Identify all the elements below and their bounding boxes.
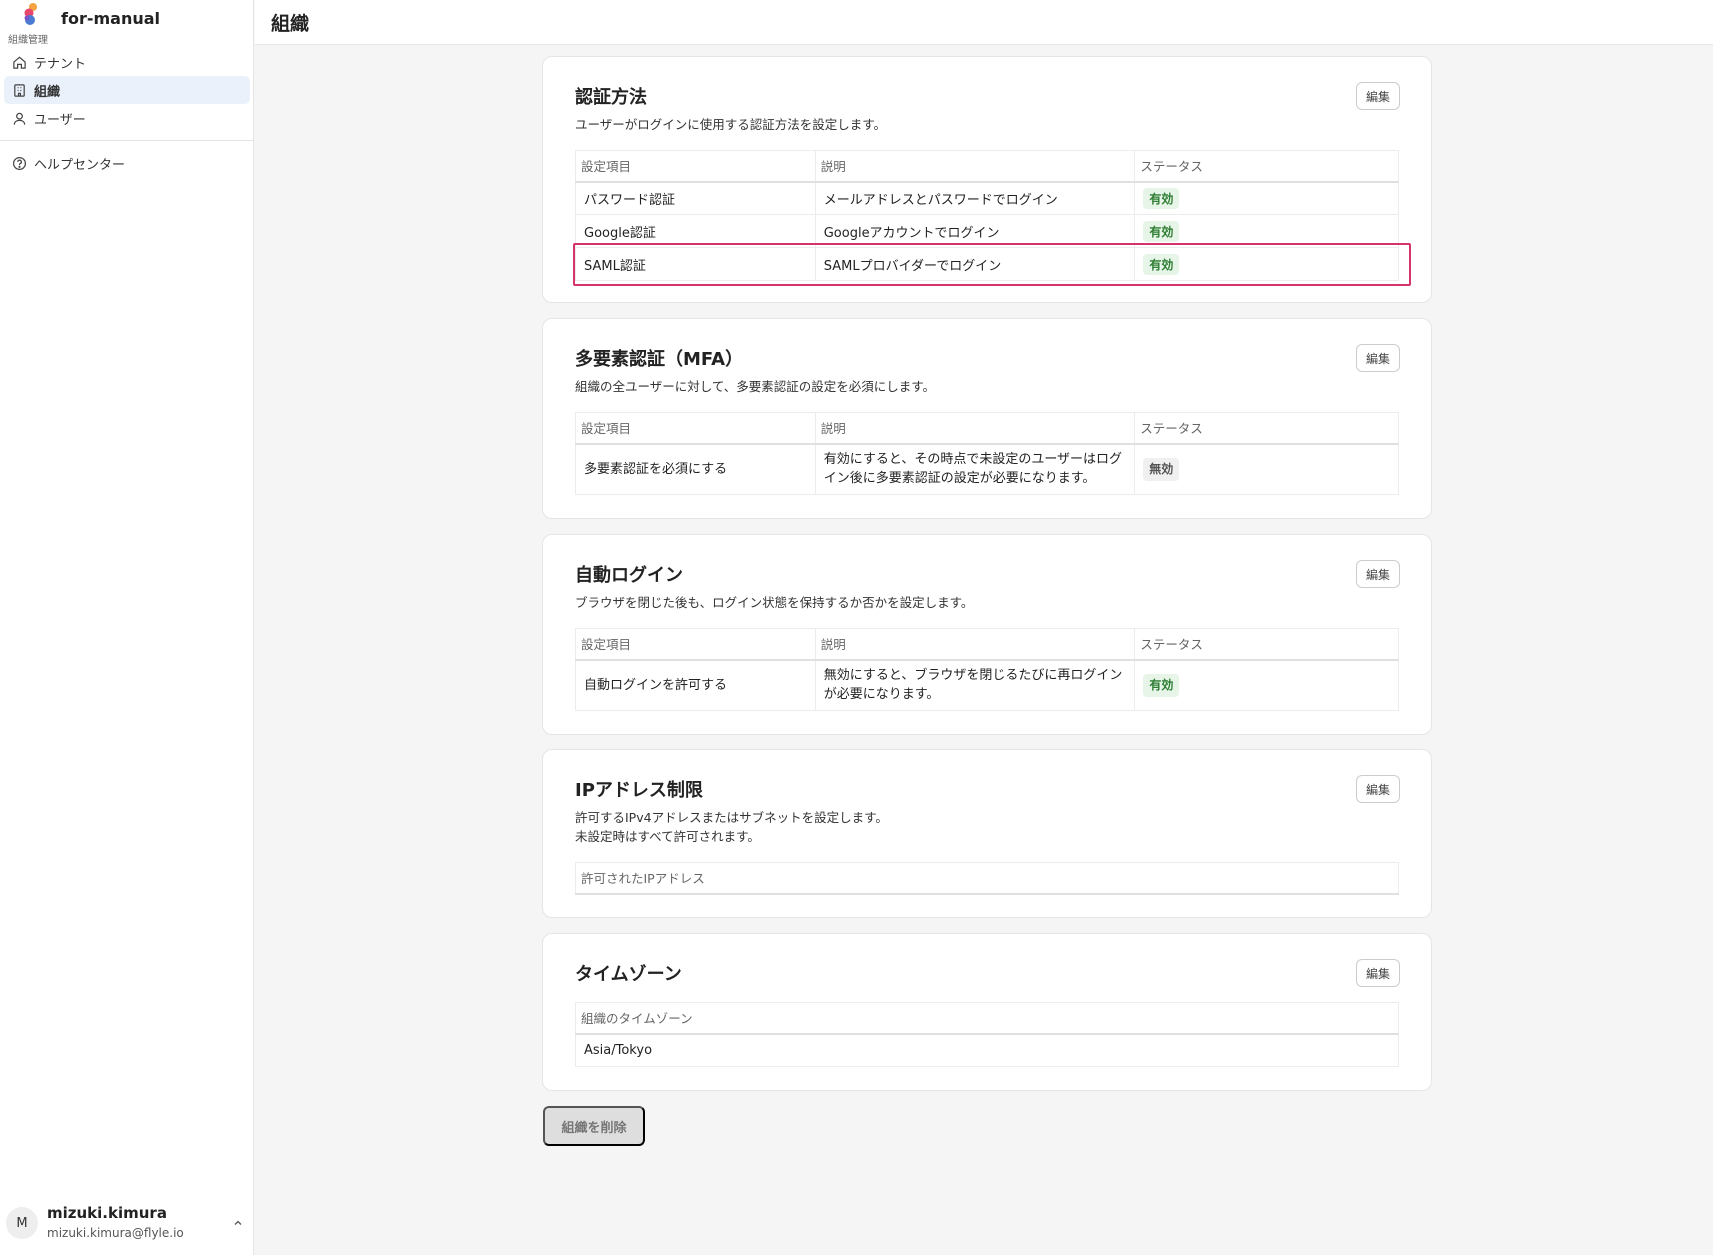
- sidebar-item-label: ユーザー: [34, 112, 86, 128]
- auth-table: 設定項目 説明 ステータス パスワード認証 メールアドレスとパスワードでログイン…: [575, 150, 1399, 281]
- column-header: 説明: [814, 412, 1136, 445]
- status-badge: 無効: [1143, 457, 1180, 481]
- sidebar: for-manual 組織管理 テナント 組織 ユーザー ヘルプセンター M m…: [0, 0, 254, 1255]
- brand[interactable]: for-manual 組織管理: [8, 0, 248, 46]
- table-row: Google認証 Googleアカウントでログイン 有効: [575, 214, 1399, 248]
- user-email: mizuki.kimura@flyle.io: [47, 1226, 184, 1240]
- avatar: M: [6, 1207, 38, 1239]
- column-header: 許可されたIPアドレス: [575, 862, 1399, 895]
- timezone-table: 組織のタイムゾーン Asia/Tokyo: [575, 1002, 1399, 1067]
- ip-restriction-card: IPアドレス制限 許可するIPv4アドレスまたはサブネットを設定します。 未設定…: [542, 749, 1432, 918]
- sidebar-item-help-center[interactable]: ヘルプセンター: [4, 149, 250, 177]
- app-name: for-manual: [61, 9, 161, 28]
- sidebar-divider: [0, 140, 254, 141]
- delete-organization-button[interactable]: 組織を削除: [543, 1106, 645, 1146]
- card-title: 多要素認証（MFA）: [575, 349, 744, 370]
- timezone-value: Asia/Tokyo: [575, 1033, 1399, 1067]
- auto-login-card: 自動ログイン ブラウザを閉じた後も、ログイン状態を保持するか否かを設定します。 …: [542, 534, 1432, 735]
- setting-description: Googleアカウントでログイン: [814, 214, 1136, 248]
- app-subtitle: 組織管理: [8, 35, 48, 46]
- mfa-card: 多要素認証（MFA） 組織の全ユーザーに対して、多要素認証の設定を必須にします。…: [542, 318, 1432, 519]
- sidebar-item-label: テナント: [34, 56, 87, 72]
- card-description: 許可するIPv4アドレスまたはサブネットを設定します。 未設定時はすべて許可され…: [575, 808, 888, 846]
- card-description: ユーザーがログインに使用する認証方法を設定します。: [575, 117, 887, 132]
- table-row: パスワード認証 メールアドレスとパスワードでログイン 有効: [575, 181, 1399, 215]
- column-header: 設定項目: [575, 150, 816, 183]
- column-header: ステータス: [1134, 412, 1399, 445]
- table-header-row: 組織のタイムゾーン: [575, 1002, 1399, 1035]
- status-badge: 有効: [1143, 673, 1180, 697]
- column-header: ステータス: [1134, 150, 1399, 183]
- auth-methods-card: 認証方法 ユーザーがログインに使用する認証方法を設定します。 編集 設定項目 説…: [542, 56, 1432, 303]
- column-header: 設定項目: [575, 628, 816, 661]
- card-title: タイムゾーン: [575, 964, 682, 985]
- home-icon: [13, 56, 26, 69]
- card-title: 自動ログイン: [575, 565, 683, 586]
- column-header: 説明: [814, 628, 1136, 661]
- sidebar-item-tenant[interactable]: テナント: [4, 48, 250, 76]
- setting-item: 自動ログインを許可する: [575, 659, 816, 711]
- card-description: 組織の全ユーザーに対して、多要素認証の設定を必須にします。: [575, 379, 936, 394]
- edit-ip-button[interactable]: 編集: [1356, 775, 1400, 803]
- card-title: IPアドレス制限: [575, 780, 703, 801]
- user-menu[interactable]: M mizuki.kimura mizuki.kimura@flyle.io: [6, 1201, 248, 1245]
- edit-auth-button[interactable]: 編集: [1356, 82, 1400, 110]
- column-header: 設定項目: [575, 412, 816, 445]
- header: 組織: [255, 0, 1713, 45]
- description-line: 未設定時はすべて許可されます。: [575, 829, 760, 844]
- timezone-card: タイムゾーン 編集 組織のタイムゾーン Asia/Tokyo: [542, 933, 1432, 1091]
- edit-timezone-button[interactable]: 編集: [1356, 959, 1400, 987]
- setting-item: Google認証: [575, 214, 816, 248]
- sidebar-item-organization[interactable]: 組織: [4, 76, 250, 104]
- setting-description: SAMLプロバイダーでログイン: [814, 247, 1136, 281]
- table-header-row: 設定項目 説明 ステータス: [575, 628, 1399, 661]
- status-badge: 有効: [1143, 220, 1180, 242]
- column-header: 説明: [814, 150, 1136, 183]
- setting-description: 無効にすると、ブラウザを閉じるたびに再ログインが必要になります。: [814, 659, 1136, 711]
- user-name: mizuki.kimura: [47, 1204, 167, 1222]
- table-row: 自動ログインを許可する 無効にすると、ブラウザを閉じるたびに再ログインが必要にな…: [575, 659, 1399, 711]
- table-row: 多要素認証を必須にする 有効にすると、その時点で未設定のユーザーはログイン後に多…: [575, 443, 1399, 495]
- status-badge: 有効: [1143, 253, 1180, 275]
- user-icon: [13, 112, 26, 125]
- setting-description: 有効にすると、その時点で未設定のユーザーはログイン後に多要素認証の設定が必要にな…: [814, 443, 1136, 495]
- description-line: 許可するIPv4アドレスまたはサブネットを設定します。: [575, 810, 888, 825]
- building-icon: [14, 83, 25, 97]
- ip-table: 許可されたIPアドレス: [575, 862, 1399, 895]
- setting-item: 多要素認証を必須にする: [575, 443, 816, 495]
- table-row: SAML認証 SAMLプロバイダーでログイン 有効: [575, 247, 1399, 281]
- chevron-up-icon[interactable]: [232, 1217, 244, 1229]
- sidebar-item-users[interactable]: ユーザー: [4, 104, 250, 132]
- card-description: ブラウザを閉じた後も、ログイン状態を保持するか否かを設定します。: [575, 595, 974, 610]
- column-header: 組織のタイムゾーン: [575, 1002, 1399, 1035]
- app-logo-icon: [24, 3, 37, 25]
- card-title: 認証方法: [575, 87, 647, 108]
- auto-login-table: 設定項目 説明 ステータス 自動ログインを許可する 無効にすると、ブラウザを閉じ…: [575, 628, 1399, 711]
- table-header-row: 許可されたIPアドレス: [575, 862, 1399, 895]
- mfa-table: 設定項目 説明 ステータス 多要素認証を必須にする 有効にすると、その時点で未設…: [575, 412, 1399, 495]
- table-header-row: 設定項目 説明 ステータス: [575, 150, 1399, 183]
- status-badge: 有効: [1143, 187, 1180, 209]
- page-title: 組織: [271, 13, 310, 35]
- setting-item: SAML認証: [575, 247, 816, 281]
- setting-item: パスワード認証: [575, 181, 816, 215]
- edit-mfa-button[interactable]: 編集: [1356, 344, 1400, 372]
- setting-description: メールアドレスとパスワードでログイン: [814, 181, 1136, 215]
- sidebar-item-label: 組織: [34, 84, 61, 100]
- column-header: ステータス: [1134, 628, 1399, 661]
- sidebar-item-label: ヘルプセンター: [34, 157, 126, 173]
- table-header-row: 設定項目 説明 ステータス: [575, 412, 1399, 445]
- help-circle-icon: [12, 156, 27, 170]
- edit-auto-login-button[interactable]: 編集: [1356, 560, 1400, 588]
- sidebar-nav: テナント 組織 ユーザー ヘルプセンター: [0, 48, 254, 177]
- table-row: Asia/Tokyo: [575, 1033, 1399, 1067]
